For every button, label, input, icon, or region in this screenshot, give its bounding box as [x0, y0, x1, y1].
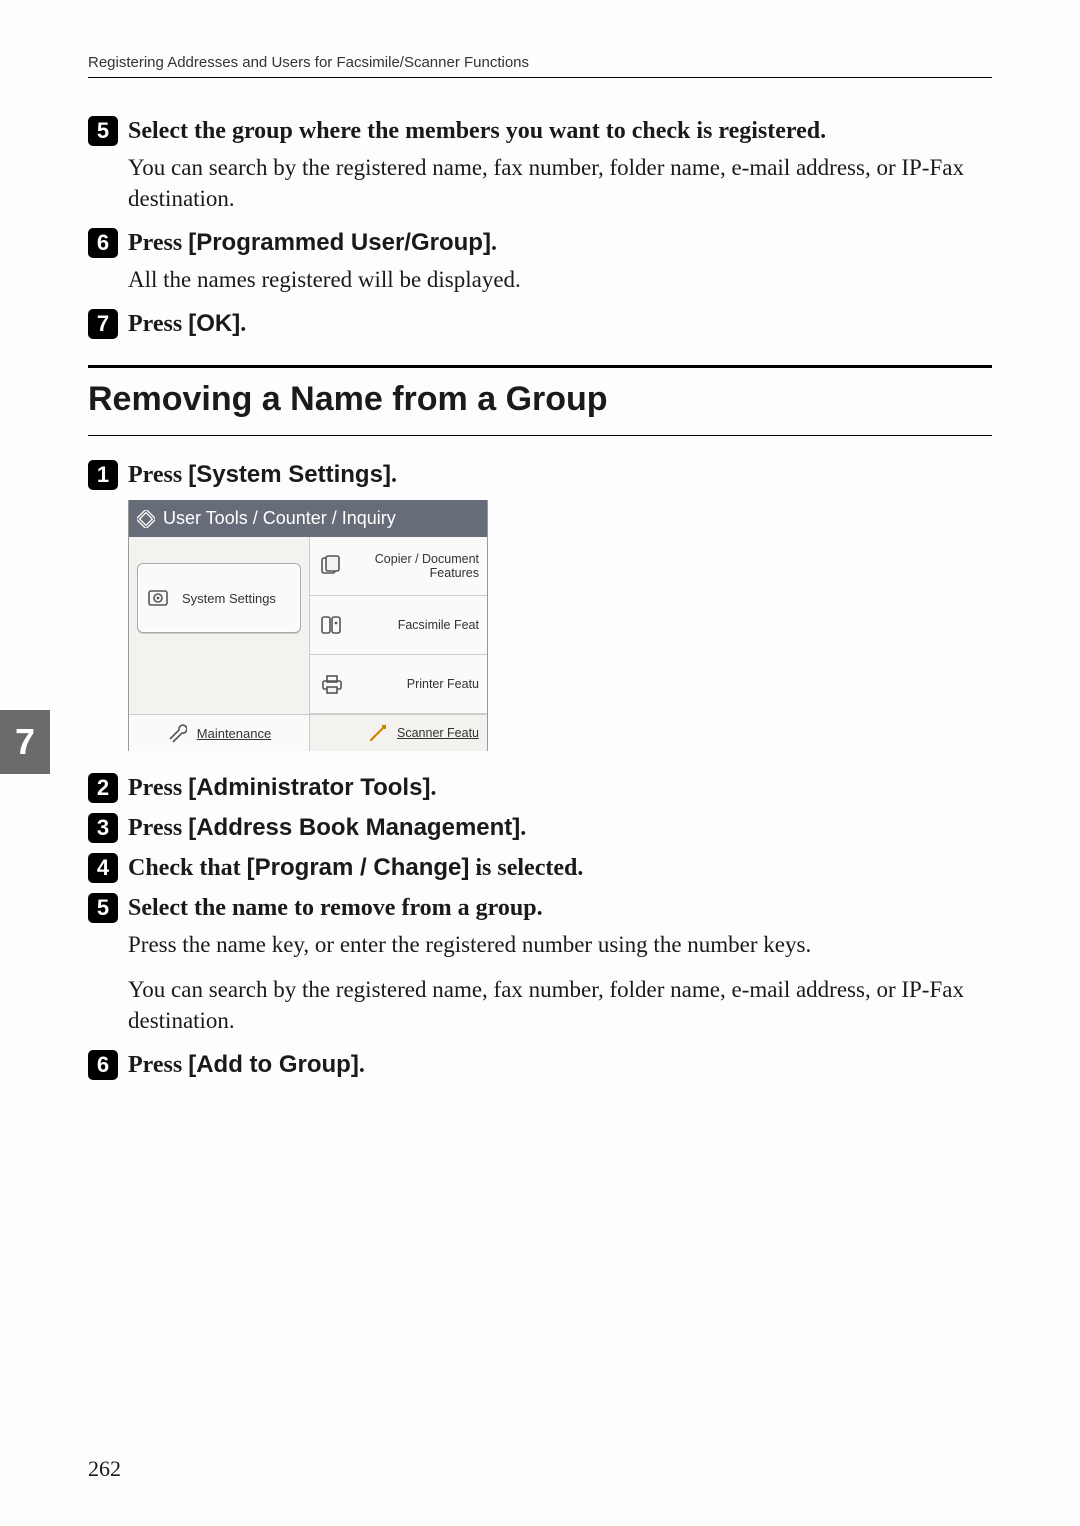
text: . — [520, 815, 526, 841]
printer-icon — [318, 672, 346, 696]
step-title: Check that [Program / Change] is selecte… — [128, 854, 583, 882]
text: . — [430, 775, 436, 801]
copier-icon — [318, 554, 344, 578]
text: . — [491, 230, 497, 256]
text: Press — [128, 775, 188, 801]
button-label: Scanner Featu — [397, 726, 479, 740]
section-rule — [88, 435, 992, 436]
running-header: Registering Addresses and Users for Facs… — [88, 54, 992, 78]
facsimile-features-button[interactable]: Facsimile Feat — [310, 596, 487, 655]
step-title: Press [Add to Group]. — [128, 1051, 365, 1079]
step-title: Press [Programmed User/Group]. — [128, 229, 497, 257]
text: . — [240, 311, 246, 337]
chapter-side-tab: 7 — [0, 710, 50, 774]
fax-icon — [318, 613, 346, 637]
button-label: Printer Featu — [407, 677, 479, 691]
button-label: Copier / Document Features — [352, 552, 479, 581]
step-title: Select the group where the members you w… — [128, 118, 826, 145]
step-body: All the names registered will be display… — [128, 264, 992, 295]
printer-features-button[interactable]: Printer Featu — [310, 655, 487, 714]
step-number-4: 4 — [88, 853, 118, 883]
section-title: Removing a Name from a Group — [88, 368, 992, 435]
diamond-icon — [137, 510, 155, 528]
copier-features-button[interactable]: Copier / Document Features — [310, 537, 487, 596]
step-title: Press [OK]. — [128, 310, 246, 338]
ui-label: [Administrator Tools] — [188, 774, 430, 801]
step-title: Press [Address Book Management]. — [128, 814, 526, 842]
text: . — [359, 1052, 365, 1078]
text: . — [391, 462, 397, 488]
tools-icon — [146, 586, 174, 610]
step-body: You can search by the registered name, f… — [128, 974, 992, 1036]
maintenance-button[interactable]: Maintenance — [129, 715, 309, 751]
text: Press — [128, 311, 188, 337]
page-number: 262 — [88, 1456, 121, 1482]
panel-title-bar: User Tools / Counter / Inquiry — [129, 500, 487, 537]
panel-title: User Tools / Counter / Inquiry — [163, 508, 396, 529]
step-title: Press [Administrator Tools]. — [128, 774, 436, 802]
step-body: Press the name key, or enter the registe… — [128, 929, 992, 960]
step-title: Select the name to remove from a group. — [128, 895, 543, 922]
embedded-screenshot: User Tools / Counter / Inquiry System Se… — [128, 500, 488, 751]
ui-label: [System Settings] — [188, 461, 391, 488]
step-number-5: 5 — [88, 116, 118, 146]
ui-label: [Add to Group] — [188, 1051, 359, 1078]
text: Press — [128, 230, 188, 256]
system-settings-button[interactable]: System Settings — [137, 563, 301, 633]
step-number-1: 1 — [88, 460, 118, 490]
text: Press — [128, 1052, 188, 1078]
step-number-6: 6 — [88, 228, 118, 258]
button-label: System Settings — [182, 591, 276, 606]
button-label: Maintenance — [197, 726, 271, 741]
ui-label: [Programmed User/Group] — [188, 229, 491, 256]
ui-label: [Address Book Management] — [188, 814, 520, 841]
button-label: Facsimile Feat — [398, 618, 479, 632]
text: is selected. — [469, 855, 583, 881]
maintenance-icon — [167, 724, 187, 742]
step-body: You can search by the registered name, f… — [128, 152, 992, 214]
scanner-features-button[interactable]: Scanner Featu — [309, 715, 487, 751]
text: Check that — [128, 855, 247, 881]
ui-label: [Program / Change] — [247, 854, 470, 881]
step-number-7: 7 — [88, 309, 118, 339]
step-number-2: 2 — [88, 773, 118, 803]
step-title: Press [System Settings]. — [128, 461, 397, 489]
step-number-3: 3 — [88, 813, 118, 843]
scanner-icon — [369, 724, 389, 742]
ui-label: [OK] — [188, 310, 240, 337]
text: Press — [128, 815, 188, 841]
step-number-5b: 5 — [88, 893, 118, 923]
text: Press — [128, 462, 188, 488]
step-number-6b: 6 — [88, 1050, 118, 1080]
